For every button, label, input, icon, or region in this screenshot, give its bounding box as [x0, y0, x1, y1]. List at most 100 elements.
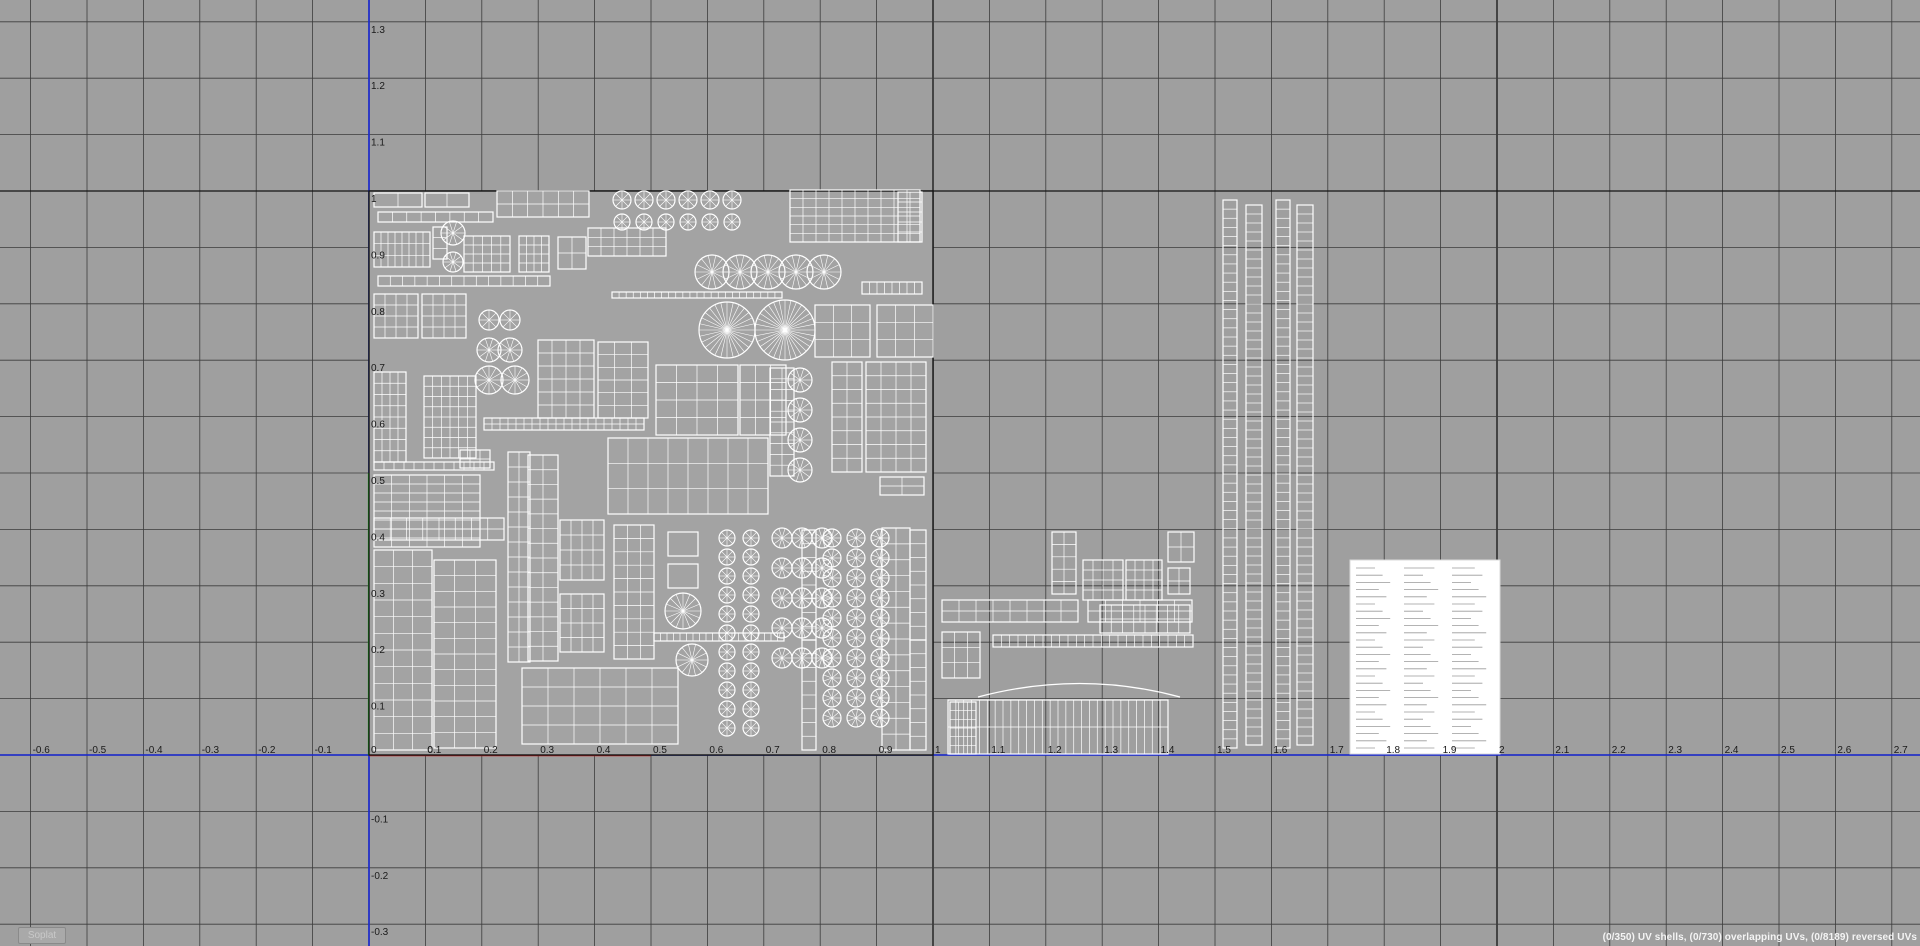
uv-shell-radial — [742, 567, 760, 585]
uv-shell-radial — [742, 700, 760, 718]
uv-shell-radial — [718, 719, 736, 737]
uv-shell — [1167, 567, 1191, 595]
v-tick-label: 0.2 — [371, 645, 385, 656]
u-tick-label: 2 — [1499, 745, 1505, 756]
uv-canvas[interactable]: -0.6 -0.5 -0.4 -0.3 -0.2 -0.1 0 00.1 0.2 0.3 0.4 0.… — [0, 0, 1920, 946]
uv-shell-radial — [718, 624, 736, 642]
v-tick-label: 1.3 — [371, 25, 385, 36]
uv-shell-outline — [941, 631, 981, 679]
u-tick-label: -0.3 — [202, 745, 220, 756]
v-tick-label: 0.5 — [371, 476, 385, 487]
uv-shell-radial — [634, 190, 654, 210]
u-tick-label: 0 — [371, 745, 377, 756]
uv-stats-readout: (0/350) UV shells, (0/730) overlapping U… — [1602, 932, 1917, 943]
uv-shell — [1296, 204, 1314, 746]
uv-shell-radial — [718, 643, 736, 661]
u-tick-label: 2.6 — [1837, 745, 1851, 756]
uv-shell — [941, 599, 1079, 623]
u-tick-label: -0.5 — [89, 745, 107, 756]
u-tick-label: 0.5 — [653, 745, 667, 756]
uv-shell-radial — [612, 190, 632, 210]
uv-shell-radial — [478, 309, 500, 331]
u-tick-label: 1.1 — [991, 745, 1005, 756]
uv-shell-radial — [664, 592, 702, 630]
u-tick-label: 1.6 — [1273, 745, 1287, 756]
v-tick-label: 0.9 — [371, 250, 385, 261]
v-tick-label: -0.2 — [371, 871, 389, 882]
uv-shell — [483, 417, 645, 431]
v-tick-label: 0.4 — [371, 532, 385, 543]
u-tick-label: 2.3 — [1668, 745, 1682, 756]
v-tick-label: 0.8 — [371, 307, 385, 318]
v-tick-label: 0.7 — [371, 363, 385, 374]
uv-shell-radial — [742, 586, 760, 604]
u-tick-label: 0.9 — [879, 745, 893, 756]
uv-shell-radial — [718, 700, 736, 718]
uv-shell-radial — [718, 567, 736, 585]
u-tick-label: -0.4 — [145, 745, 163, 756]
uv-shell-radial — [718, 681, 736, 699]
uv-shell-radial — [718, 586, 736, 604]
u-tick-label: 0.1 — [427, 745, 441, 756]
uv-shell-radial — [500, 365, 530, 395]
uv-shell-radial — [718, 605, 736, 623]
uv-shell-radial — [723, 213, 741, 231]
uv-shell-radial — [742, 681, 760, 699]
v-tick-label: 0.6 — [371, 420, 385, 431]
uv-shell-radial — [742, 624, 760, 642]
uv-shell-radial — [742, 643, 760, 661]
uv-shell — [1099, 604, 1191, 634]
uv-shell-radial — [499, 309, 521, 331]
uv-shell-block — [1349, 559, 1501, 755]
uv-shell-radial — [742, 719, 760, 737]
uv-shell-radial — [474, 365, 504, 395]
u-tick-label: 1.4 — [1161, 745, 1175, 756]
uv-shell-radial — [742, 529, 760, 547]
uv-shell-radial — [700, 190, 720, 210]
uv-shell-radial — [613, 213, 631, 231]
uv-shell-radial — [742, 548, 760, 566]
u-tick-label: 2.7 — [1894, 745, 1908, 756]
uv-shell — [1222, 199, 1238, 749]
uv-shell-radial — [718, 548, 736, 566]
uv-shell — [941, 631, 981, 679]
u-tick-label: 0.3 — [540, 745, 554, 756]
uv-shell-radial — [742, 662, 760, 680]
u-tick-label: 0.7 — [766, 745, 780, 756]
uv-shell-radial — [678, 190, 698, 210]
u-tick-label: -0.6 — [33, 745, 51, 756]
u-tick-label: 0.8 — [822, 745, 836, 756]
uv-shell-radial — [754, 299, 816, 361]
uv-shell — [949, 701, 977, 755]
uv-shell — [1245, 204, 1263, 746]
uv-shell — [1125, 559, 1163, 601]
u-tick-label: 0.4 — [597, 745, 611, 756]
v-tick-label: 0.3 — [371, 589, 385, 600]
u-tick-label: -0.2 — [258, 745, 276, 756]
v-tick-label: -0.1 — [371, 814, 389, 825]
u-tick-label: 2.2 — [1612, 745, 1626, 756]
uv-shell-radial — [656, 190, 676, 210]
uv-shell-radial — [722, 190, 742, 210]
v-tick-label: 1.2 — [371, 81, 385, 92]
uv-viewport[interactable]: -0.6 -0.5 -0.4 -0.3 -0.2 -0.1 0 0 0.1 0.2 0.3 0.4 0.… — [0, 0, 1920, 946]
u-tick-label: 1.7 — [1330, 745, 1344, 756]
u-tick-label: 1.3 — [1104, 745, 1118, 756]
uv-shell — [1082, 559, 1124, 601]
uv-shell-radial — [718, 529, 736, 547]
v-tick-label: 1.1 — [371, 138, 385, 149]
v-tick-label: 1 — [371, 194, 377, 205]
uv-shell-radial — [701, 213, 719, 231]
uv-shell — [1275, 199, 1291, 749]
viewport-toggle-button[interactable]: Soplat — [18, 927, 66, 944]
uv-shell-radial — [679, 213, 697, 231]
u-tick-label: 0.6 — [709, 745, 723, 756]
u-tick-label: 0.2 — [484, 745, 498, 756]
uv-shell-radial — [657, 213, 675, 231]
uv-shell — [1167, 531, 1195, 563]
u-tick-label: 2.4 — [1725, 745, 1739, 756]
u-tick-label: 1.8 — [1386, 745, 1400, 756]
u-tick-label: 2.1 — [1555, 745, 1569, 756]
u-tick-label: 1.5 — [1217, 745, 1231, 756]
u-tick-label: 2.5 — [1781, 745, 1795, 756]
